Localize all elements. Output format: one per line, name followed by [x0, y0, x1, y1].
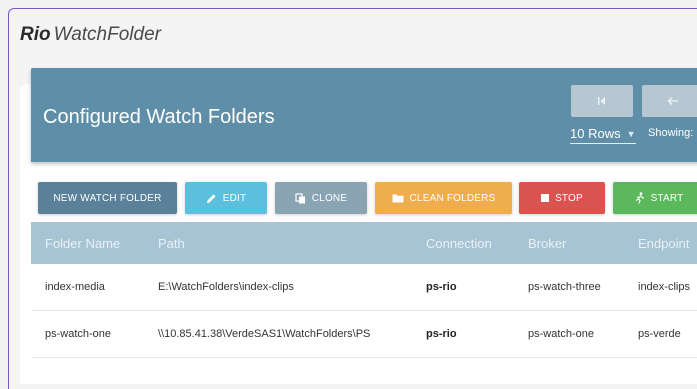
stop-label: STOP: [555, 192, 583, 204]
caret-down-icon: ▼: [626, 128, 636, 139]
clone-label: CLONE: [311, 192, 348, 204]
previous-page-button[interactable]: [642, 85, 697, 117]
cell-path: \\10.85.41.38\VerdeSAS1\WatchFolders\PS: [158, 328, 371, 340]
folder-icon: [392, 193, 404, 203]
stop-icon: [541, 194, 550, 202]
table-row[interactable]: ps-watch-one \\10.85.41.38\VerdeSAS1\Wat…: [31, 311, 697, 358]
table-header: Folder Name Path Connection Broker Endpo…: [31, 222, 697, 264]
clone-button[interactable]: CLONE: [275, 182, 367, 214]
start-button[interactable]: START: [613, 182, 697, 214]
stop-button[interactable]: STOP: [519, 182, 605, 214]
new-watch-folder-label: NEW WATCH FOLDER: [53, 192, 162, 204]
column-header-endpoint[interactable]: Endpoint: [638, 236, 689, 251]
column-header-path[interactable]: Path: [158, 236, 185, 251]
cell-endpoint: ps-verde: [638, 328, 681, 340]
edit-button[interactable]: EDIT: [185, 182, 267, 214]
brand-bold: Rio: [20, 24, 51, 45]
rows-per-page-value: 10 Rows: [570, 126, 621, 141]
cell-folder-name: index-media: [45, 281, 105, 293]
first-page-button[interactable]: [571, 85, 633, 117]
cell-endpoint: index-clips: [638, 281, 690, 293]
cell-folder-name: ps-watch-one: [45, 328, 112, 340]
table-row[interactable]: index-media E:\WatchFolders\index-clips …: [31, 264, 697, 311]
copy-icon: [295, 192, 306, 204]
panel-header: Configured Watch Folders 10 Rows ▼ Showi…: [31, 68, 697, 162]
start-label: START: [650, 192, 684, 204]
showing-range: Showing: 1 - 5: [648, 127, 697, 139]
column-header-broker[interactable]: Broker: [528, 236, 566, 251]
cell-connection: ps-rio: [426, 328, 457, 340]
cell-path: E:\WatchFolders\index-clips: [158, 281, 294, 293]
cell-broker: ps-watch-one: [528, 328, 595, 340]
brand-logo: Rio WatchFolder: [20, 24, 161, 46]
column-header-connection[interactable]: Connection: [426, 236, 492, 251]
edit-label: EDIT: [222, 192, 247, 204]
page-title: Configured Watch Folders: [43, 106, 275, 128]
new-watch-folder-button[interactable]: NEW WATCH FOLDER: [38, 182, 177, 214]
cell-broker: ps-watch-three: [528, 281, 601, 293]
cell-connection: ps-rio: [426, 281, 457, 293]
brand-light: WatchFolder: [53, 24, 161, 45]
column-header-folder-name[interactable]: Folder Name: [45, 236, 120, 251]
first-page-icon: [597, 93, 607, 109]
arrow-left-icon: [667, 93, 679, 109]
clean-folders-label: CLEAN FOLDERS: [409, 192, 496, 204]
rows-per-page-select[interactable]: 10 Rows ▼: [570, 126, 636, 144]
clean-folders-button[interactable]: CLEAN FOLDERS: [375, 182, 512, 214]
running-person-icon: [635, 192, 645, 204]
pencil-icon: [206, 193, 217, 204]
